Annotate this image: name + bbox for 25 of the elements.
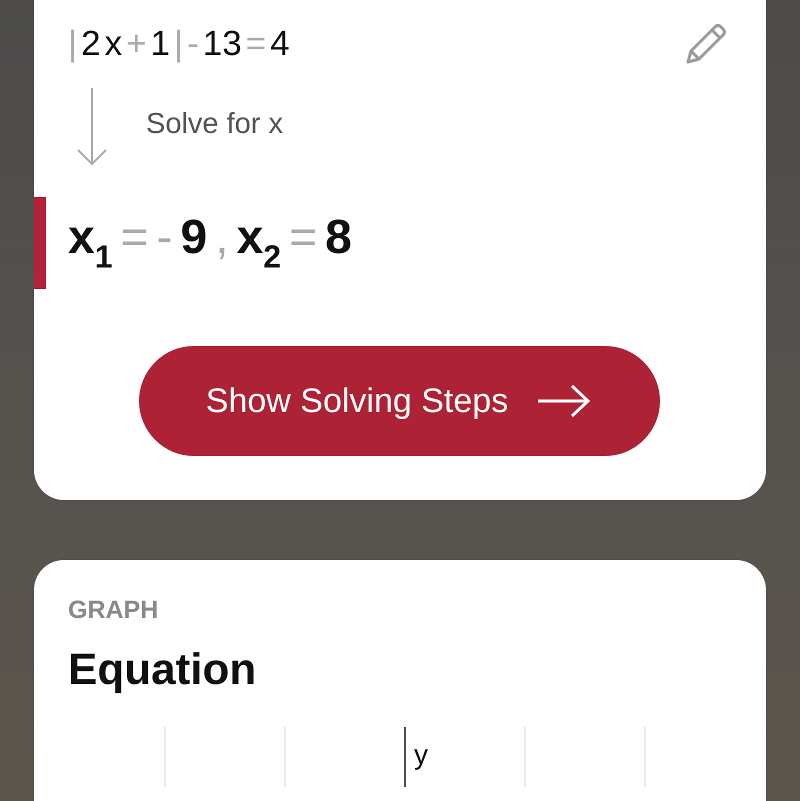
operator: = bbox=[246, 24, 266, 64]
section-label: GRAPH bbox=[68, 596, 158, 625]
arrow-right-icon bbox=[536, 383, 592, 419]
term: 4 bbox=[270, 24, 290, 64]
operator: | bbox=[68, 24, 78, 64]
operator: = bbox=[289, 210, 318, 266]
term: 8 bbox=[325, 210, 352, 266]
operator: | bbox=[174, 24, 184, 64]
operator: , bbox=[215, 210, 229, 266]
operator: - bbox=[156, 210, 173, 266]
term: 2 bbox=[81, 24, 101, 64]
term: 13 bbox=[202, 24, 242, 64]
show-steps-button[interactable]: Show Solving Steps bbox=[138, 346, 660, 456]
operator: = bbox=[120, 210, 149, 266]
operator: - bbox=[187, 24, 199, 64]
term: 9 bbox=[180, 210, 208, 266]
term: x$_{2}$ bbox=[236, 210, 282, 276]
step-label: Solve for x bbox=[146, 108, 283, 141]
term: x bbox=[104, 24, 122, 64]
y-axis bbox=[404, 727, 406, 787]
operator: + bbox=[126, 24, 147, 64]
graph-title: Equation bbox=[68, 645, 256, 695]
axis-label: y bbox=[414, 739, 428, 771]
term: x$_{1}$ bbox=[68, 210, 112, 276]
term: 1 bbox=[150, 24, 170, 64]
